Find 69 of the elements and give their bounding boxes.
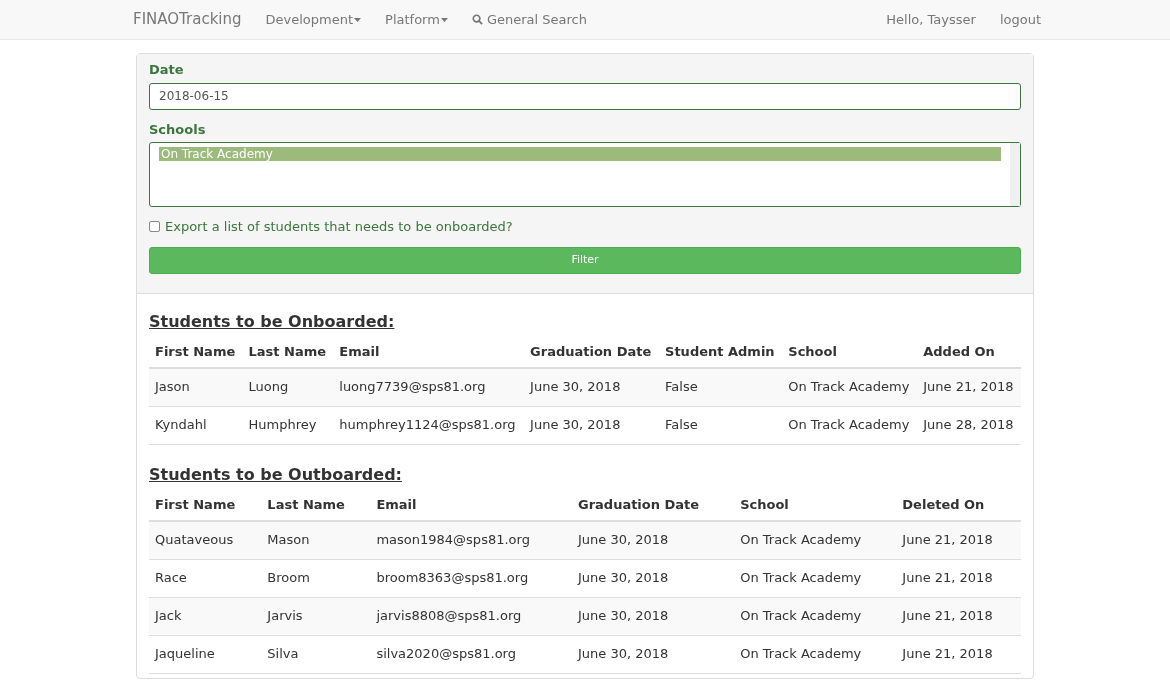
checkbox-label: Export a list of students that needs to be onboarded? [165, 218, 513, 236]
table-cell: Mason [267, 532, 310, 547]
column-header: Deleted On [902, 496, 985, 512]
column-header: Last Name [248, 343, 327, 359]
column-header: Email [339, 343, 380, 359]
table-cell: jarvis8808@sps81.org [376, 607, 522, 623]
table-cell: silva2020@sps81.org [376, 645, 516, 661]
table-cell: Jack [155, 607, 182, 623]
table-cell: Luong [248, 379, 289, 394]
table-cell: On Track Academy [788, 379, 910, 394]
table-cell: June 30, 2018 [577, 645, 669, 661]
table-cell: humphrey1124@sps81.org [339, 416, 516, 432]
table-cell: Kyndahl [155, 416, 207, 432]
table-cell: On Track Academy [740, 569, 862, 585]
column-header: First Name [155, 343, 236, 359]
table-cell: June 30, 2018 [577, 532, 669, 547]
caret-icon [440, 17, 448, 22]
caret-icon [354, 17, 362, 22]
table-cell: June 28, 2018 [923, 416, 1014, 432]
table-cell: False [665, 416, 698, 432]
scrollbar[interactable] [1010, 143, 1020, 206]
table-cell: Jarvis [267, 607, 303, 623]
table-cell: Jaqueline [155, 645, 215, 661]
table-cell: June 30, 2018 [577, 607, 669, 623]
field-label: Date [149, 61, 185, 79]
nav-menu[interactable]: Development [265, 9, 362, 30]
table-cell: Jason [155, 379, 190, 394]
table-cell: June 21, 2018 [902, 569, 993, 585]
column-header: Email [376, 496, 417, 512]
table-cell: June 30, 2018 [530, 416, 621, 432]
table-cell: luong7739@sps81.org [339, 379, 486, 394]
field-label: Schools [149, 120, 207, 139]
greeting: Hello, Taysser [886, 10, 976, 29]
filter-button[interactable]: Filter [149, 246, 1021, 274]
column-header: Added On [923, 343, 995, 359]
brand-link[interactable]: FINAOTracking [133, 8, 242, 31]
table-cell: June 30, 2018 [577, 569, 669, 585]
column-header: Student Admin [665, 343, 775, 359]
nav-link[interactable]: General Search [471, 9, 587, 30]
column-header: Last Name [267, 496, 345, 512]
table-cell: broom8363@sps81.org [376, 569, 529, 585]
table-cell: On Track Academy [740, 645, 862, 661]
column-header: First Name [155, 496, 236, 512]
table-cell: On Track Academy [740, 532, 862, 547]
section-heading: Students to be Onboarded: [149, 310, 396, 333]
table-cell: False [665, 379, 698, 394]
table-cell: Silva [267, 645, 299, 661]
section-heading: Students to be Outboarded: [149, 463, 403, 486]
logout-link[interactable]: logout [999, 9, 1041, 30]
table-cell: June 21, 2018 [902, 645, 993, 661]
date-field[interactable]: 2018-06-15 [149, 82, 1021, 110]
table-cell: Race [155, 569, 187, 585]
table-cell: June 21, 2018 [923, 379, 1014, 394]
export-checkbox[interactable] [149, 221, 160, 233]
table-cell: Humphrey [248, 416, 317, 432]
column-header: School [740, 496, 789, 512]
table-cell: Quataveous [155, 532, 234, 547]
nav-menu[interactable]: Platform [385, 9, 448, 30]
table-cell: mason1984@sps81.org [376, 532, 530, 547]
table-cell: On Track Academy [788, 416, 910, 432]
search-icon [471, 14, 483, 25]
column-header: Graduation Date [577, 496, 700, 512]
table-cell: Broom [267, 569, 310, 585]
table-cell: June 30, 2018 [530, 379, 621, 394]
table-cell: June 21, 2018 [902, 607, 993, 623]
table-cell: On Track Academy [740, 607, 862, 623]
table-cell: June 21, 2018 [902, 532, 993, 547]
column-header: Graduation Date [530, 343, 652, 359]
column-header: School [788, 343, 837, 359]
